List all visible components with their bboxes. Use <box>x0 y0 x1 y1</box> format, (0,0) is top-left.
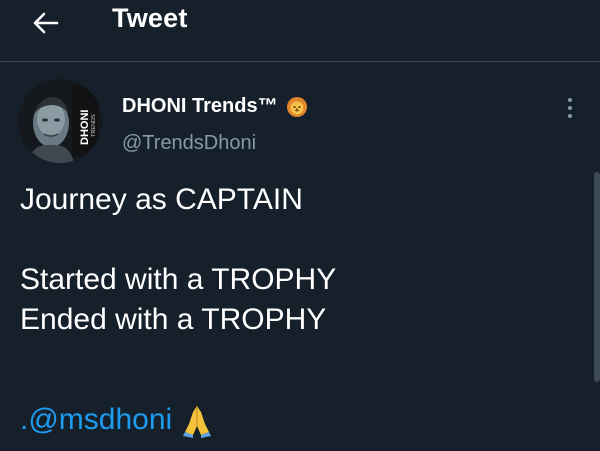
avatar-text-sub: TRENDS <box>91 114 97 137</box>
more-options-button[interactable] <box>558 93 582 123</box>
top-bar: Tweet <box>0 0 600 62</box>
page-title: Tweet <box>112 3 188 33</box>
folded-hands-emoji-icon <box>183 406 212 438</box>
author-display-name[interactable]: DHONI Trends™ <box>122 95 278 118</box>
more-vertical-icon <box>568 98 572 118</box>
scrollbar[interactable] <box>594 172 600 382</box>
mention-link[interactable]: @msdhoni <box>28 400 172 440</box>
author-handle[interactable]: @TrendsDhoni <box>122 132 256 155</box>
avatar[interactable]: DHONI TRENDS <box>18 79 102 163</box>
arrow-left-icon <box>33 12 59 34</box>
author-name-row: DHONI Trends™ <box>122 95 308 118</box>
avatar-text-main: DHONI <box>79 110 91 145</box>
back-button[interactable] <box>26 6 64 40</box>
tweet-body: Journey as CAPTAIN Started with a TROPHY… <box>20 183 337 336</box>
lion-emoji-icon <box>286 96 307 117</box>
tweet-mention-line: . @msdhoni <box>20 400 214 440</box>
mention-prefix: . <box>20 403 29 436</box>
